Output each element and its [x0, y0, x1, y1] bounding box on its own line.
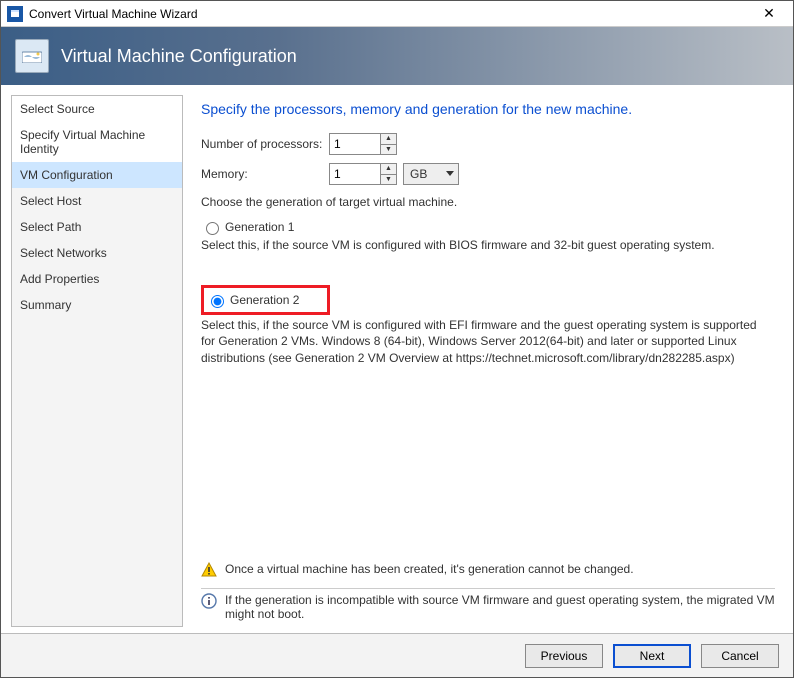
memory-spinner[interactable]: ▲ ▼ [329, 163, 397, 185]
titlebar: Convert Virtual Machine Wizard ✕ [1, 1, 793, 27]
gen2-label: Generation 2 [230, 293, 299, 307]
info-icon [201, 593, 217, 609]
content-heading: Specify the processors, memory and gener… [201, 101, 775, 117]
memory-spinner-arrows: ▲ ▼ [380, 164, 396, 184]
processors-input[interactable] [330, 134, 380, 154]
page-title: Virtual Machine Configuration [61, 46, 297, 67]
warning-icon [201, 562, 217, 578]
gen2-radio[interactable] [211, 295, 224, 308]
gen2-description: Select this, if the source VM is configu… [201, 317, 761, 366]
content-pane: Specify the processors, memory and gener… [183, 95, 783, 627]
memory-label: Memory: [201, 167, 329, 181]
processors-label: Number of processors: [201, 137, 329, 151]
processors-spinner[interactable]: ▲ ▼ [329, 133, 397, 155]
info-text: If the generation is incompatible with s… [225, 593, 775, 621]
steps-sidebar: Select Source Specify Virtual Machine Id… [11, 95, 183, 627]
wizard-body: Select Source Specify Virtual Machine Id… [1, 85, 793, 633]
step-select-networks[interactable]: Select Networks [12, 240, 182, 266]
step-select-source[interactable]: Select Source [12, 96, 182, 122]
info-row: If the generation is incompatible with s… [201, 593, 775, 621]
vm-icon [15, 39, 49, 73]
spinner-up-icon[interactable]: ▲ [381, 164, 396, 175]
step-specify-identity[interactable]: Specify Virtual Machine Identity [12, 122, 182, 162]
banner: Virtual Machine Configuration [1, 27, 793, 85]
next-button[interactable]: Next [613, 644, 691, 668]
memory-row: Memory: ▲ ▼ GB [201, 163, 775, 185]
step-summary[interactable]: Summary [12, 292, 182, 318]
gen1-label: Generation 1 [225, 220, 294, 234]
spinner-down-icon[interactable]: ▼ [381, 145, 396, 155]
gen2-highlight-box: Generation 2 [201, 285, 330, 315]
previous-button[interactable]: Previous [525, 644, 603, 668]
gen1-radio-row: Generation 1 [201, 219, 775, 235]
step-select-host[interactable]: Select Host [12, 188, 182, 214]
memory-input[interactable] [330, 164, 380, 184]
app-icon [7, 6, 23, 22]
warning-text: Once a virtual machine has been created,… [225, 562, 634, 576]
memory-unit-combo[interactable]: GB [403, 163, 459, 185]
cancel-button[interactable]: Cancel [701, 644, 779, 668]
spinner-down-icon[interactable]: ▼ [381, 175, 396, 185]
wizard-window: Convert Virtual Machine Wizard ✕ Virtual… [0, 0, 794, 678]
step-vm-configuration[interactable]: VM Configuration [12, 162, 182, 188]
gen1-description: Select this, if the source VM is configu… [201, 237, 761, 253]
close-button[interactable]: ✕ [751, 5, 787, 22]
spinner-up-icon[interactable]: ▲ [381, 134, 396, 145]
warning-row: Once a virtual machine has been created,… [201, 562, 775, 589]
chevron-down-icon [446, 171, 454, 177]
processors-row: Number of processors: ▲ ▼ [201, 133, 775, 155]
step-add-properties[interactable]: Add Properties [12, 266, 182, 292]
window-title: Convert Virtual Machine Wizard [29, 7, 751, 21]
step-select-path[interactable]: Select Path [12, 214, 182, 240]
processors-spinner-arrows: ▲ ▼ [380, 134, 396, 154]
wizard-footer: Previous Next Cancel [1, 633, 793, 677]
generation-intro: Choose the generation of target virtual … [201, 195, 775, 209]
gen1-radio[interactable] [206, 222, 219, 235]
memory-unit-value: GB [410, 167, 427, 181]
